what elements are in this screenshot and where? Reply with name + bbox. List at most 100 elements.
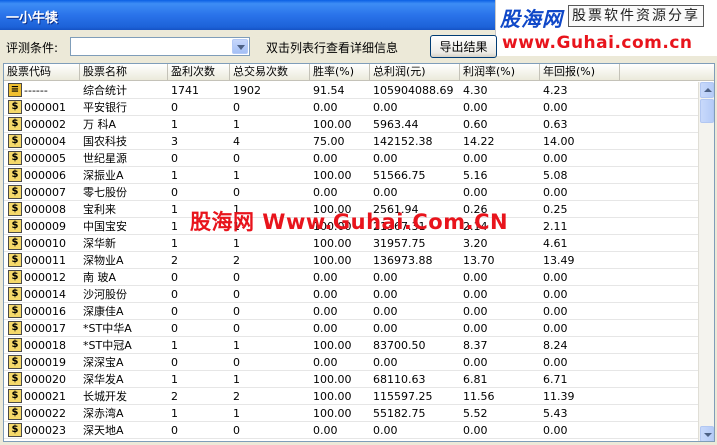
cell-profit: 31957.75 <box>373 237 426 250</box>
column-header-wins[interactable]: 盈利次数 <box>168 64 230 81</box>
table-header: 股票代码 股票名称 盈利次数 总交易次数 胜率(%) 总利润(元) 利润率(%) 年回报(%) <box>4 64 714 81</box>
cell-code: 000020 <box>24 373 66 386</box>
cell-annual: 8.24 <box>543 339 568 352</box>
cell-profit: 0.00 <box>373 305 398 318</box>
cell-name: 深康佳A <box>83 305 124 318</box>
table-row[interactable]: $000021 长城开发 2 2 100.00 115597.25 11.56 11.39 <box>4 388 699 405</box>
chevron-down-icon[interactable] <box>232 39 248 54</box>
column-header-profitrate[interactable]: 利润率(%) <box>460 64 540 81</box>
cell-annual: 0.00 <box>543 356 568 369</box>
watermark: 股海网 Www.Guhai.Com.CN <box>190 210 509 234</box>
vertical-scrollbar[interactable] <box>698 82 714 441</box>
cell-name: 沙河股份 <box>83 288 127 301</box>
cell-profitrate: 0.00 <box>463 305 488 318</box>
cell-winrate: 75.00 <box>313 135 345 148</box>
table-row[interactable]: $000020 深华发A 1 1 100.00 68110.63 6.81 6.71 <box>4 371 699 388</box>
cell-code: 000010 <box>24 237 66 250</box>
table-row[interactable]: $000014 沙河股份 0 0 0.00 0.00 0.00 0.00 <box>4 286 699 303</box>
table-row[interactable]: $000010 深华新 1 1 100.00 31957.75 3.20 4.61 <box>4 235 699 252</box>
cell-annual: 11.39 <box>543 390 575 403</box>
cell-winrate: 100.00 <box>313 118 352 131</box>
summary-row[interactable]: ≡ ------ 综合统计 1741 1902 91.54 105904088.69 4.30… <box>4 82 699 99</box>
cell-profitrate: 3.20 <box>463 237 488 250</box>
cell-profitrate: 4.30 <box>463 84 488 97</box>
cell-wins: 1 <box>171 169 178 182</box>
cell-profitrate: 0.60 <box>463 118 488 131</box>
column-header-winrate[interactable]: 胜率(%) <box>310 64 370 81</box>
cell-trades: 0 <box>233 356 240 369</box>
table-row[interactable]: $000007 零七股份 0 0 0.00 0.00 0.00 0.00 <box>4 184 699 201</box>
cell-profitrate: 5.52 <box>463 407 488 420</box>
cell-code: 000017 <box>24 322 66 335</box>
table-row[interactable]: $000004 国农科技 3 4 75.00 142152.38 14.22 14.00 <box>4 133 699 150</box>
cell-wins: 2 <box>171 254 178 267</box>
export-button[interactable]: 导出结果 <box>430 35 497 58</box>
cell-name: 中国宝安 <box>83 220 127 233</box>
scroll-thumb[interactable] <box>700 99 714 123</box>
table-row[interactable]: $000022 深赤湾A 1 1 100.00 55182.75 5.52 5.43 <box>4 405 699 422</box>
cell-trades: 1 <box>233 169 240 182</box>
table-body[interactable]: ≡ ------ 综合统计 1741 1902 91.54 105904088.69 4.30… <box>4 82 699 441</box>
cell-winrate: 0.00 <box>313 271 338 284</box>
cell-profit: 68110.63 <box>373 373 426 386</box>
cell-profit: 105904088.69 <box>373 84 454 97</box>
cell-wins: 3 <box>171 135 178 148</box>
cell-annual: 0.00 <box>543 305 568 318</box>
cell-profitrate: 0.00 <box>463 186 488 199</box>
cell-annual: 13.49 <box>543 254 575 267</box>
cell-profitrate: 0.00 <box>463 271 488 284</box>
table-row[interactable]: $000023 深天地A 0 0 0.00 0.00 0.00 0.00 <box>4 422 699 439</box>
table-row[interactable]: $000002 万 科A 1 1 100.00 5963.44 0.60 0.63 <box>4 116 699 133</box>
cell-winrate: 100.00 <box>313 390 352 403</box>
cell-annual: 0.00 <box>543 424 568 437</box>
toolbar: 评测条件: 双击列表行查看详细信息 导出结果 <box>0 30 500 62</box>
window-title: 一小牛犊 <box>6 11 59 26</box>
cell-winrate: 0.00 <box>313 322 338 335</box>
cell-profit: 0.00 <box>373 322 398 335</box>
table-row[interactable]: $000017 *ST中华A 0 0 0.00 0.00 0.00 0.00 <box>4 320 699 337</box>
results-table[interactable]: 股票代码 股票名称 盈利次数 总交易次数 胜率(%) 总利润(元) 利润率(%) 年回报(%)… <box>3 63 715 442</box>
table-row[interactable]: $000011 深物业A 2 2 100.00 136973.88 13.70 13.49 <box>4 252 699 269</box>
table-row[interactable]: $000018 *ST中冠A 1 1 100.00 83700.50 8.37 8.24 <box>4 337 699 354</box>
cell-winrate: 0.00 <box>313 356 338 369</box>
cell-name: 长城开发 <box>83 390 127 403</box>
cell-code: 000001 <box>24 101 66 114</box>
cell-annual: 0.25 <box>543 203 568 216</box>
logo-url: www.Guhai.com.cn <box>502 33 693 53</box>
scroll-down-icon[interactable] <box>700 426 714 441</box>
cell-trades: 0 <box>233 322 240 335</box>
column-header-code[interactable]: 股票代码 <box>4 64 80 81</box>
cell-annual: 5.43 <box>543 407 568 420</box>
cell-code: 000018 <box>24 339 66 352</box>
condition-select[interactable] <box>70 37 250 56</box>
cell-name: 深华发A <box>83 373 124 386</box>
table-row[interactable]: $000006 深振业A 1 1 100.00 51566.75 5.16 5.08 <box>4 167 699 184</box>
table-row[interactable]: $000001 平安银行 0 0 0.00 0.00 0.00 0.00 <box>4 99 699 116</box>
cell-winrate: 0.00 <box>313 288 338 301</box>
scroll-up-icon[interactable] <box>700 82 714 98</box>
cell-annual: 14.00 <box>543 135 575 148</box>
table-row[interactable]: $000016 深康佳A 0 0 0.00 0.00 0.00 0.00 <box>4 303 699 320</box>
cell-profit: 0.00 <box>373 271 398 284</box>
table-row[interactable]: $000012 南 玻A 0 0 0.00 0.00 0.00 0.00 <box>4 269 699 286</box>
column-header-trades[interactable]: 总交易次数 <box>230 64 310 81</box>
column-header-annual[interactable]: 年回报(%) <box>540 64 620 81</box>
column-header-name[interactable]: 股票名称 <box>80 64 168 81</box>
cell-name: 宝利来 <box>83 203 116 216</box>
cell-name: 万 科A <box>83 118 117 131</box>
cell-annual: 0.00 <box>543 186 568 199</box>
cell-name: 深物业A <box>83 254 124 267</box>
cell-profit: 55182.75 <box>373 407 426 420</box>
cell-profit: 136973.88 <box>373 254 433 267</box>
cell-name: *ST中华A <box>83 322 132 335</box>
column-header-profit[interactable]: 总利润(元) <box>370 64 460 81</box>
cell-winrate: 0.00 <box>313 152 338 165</box>
table-row[interactable]: $000019 深深宝A 0 0 0.00 0.00 0.00 0.00 <box>4 354 699 371</box>
cell-name: 南 玻A <box>83 271 117 284</box>
cell-annual: 5.08 <box>543 169 568 182</box>
cell-profitrate: 0.00 <box>463 152 488 165</box>
cell-code: 000011 <box>24 254 66 267</box>
cell-name: 国农科技 <box>83 135 127 148</box>
table-row[interactable]: $000005 世纪星源 0 0 0.00 0.00 0.00 0.00 <box>4 150 699 167</box>
cell-trades: 2 <box>233 390 240 403</box>
